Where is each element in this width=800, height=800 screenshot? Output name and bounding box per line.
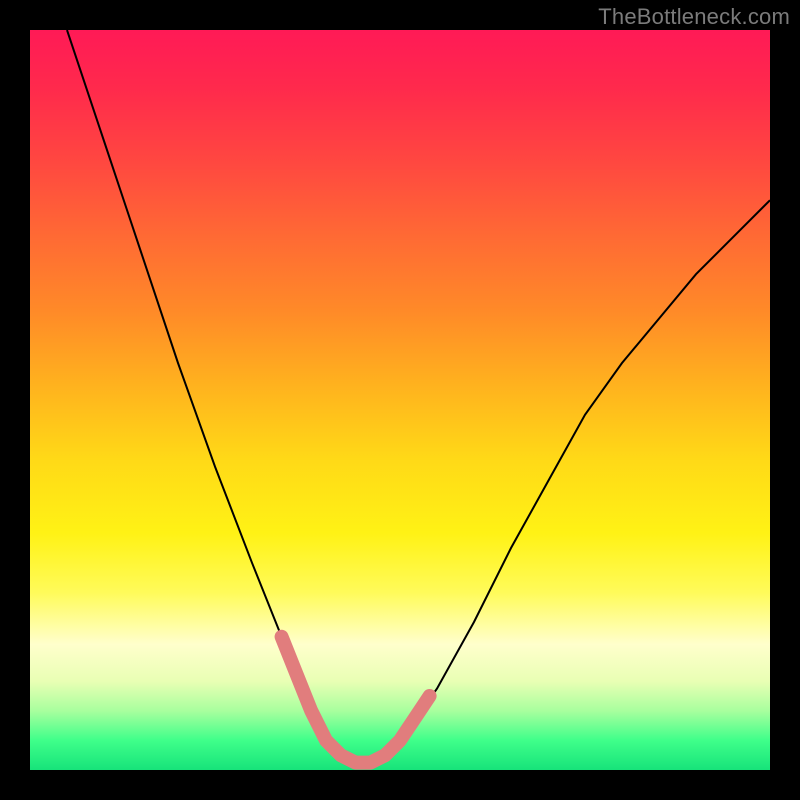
chart-frame: TheBottleneck.com	[0, 0, 800, 800]
bottleneck-curve	[67, 30, 770, 763]
valley-highlight	[282, 637, 430, 763]
watermark-text: TheBottleneck.com	[598, 4, 790, 30]
curve-svg	[30, 30, 770, 770]
plot-area	[30, 30, 770, 770]
